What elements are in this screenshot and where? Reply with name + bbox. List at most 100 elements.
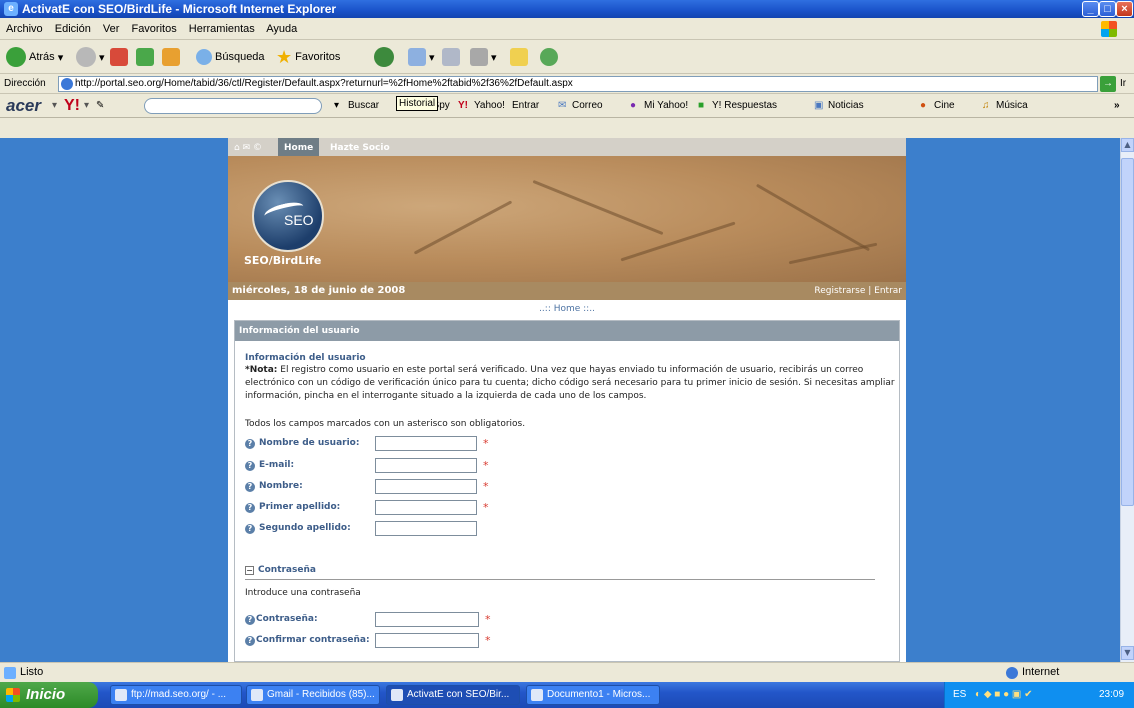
segundo-apellido-label: Segundo apellido: [259,523,351,533]
field-row-password: ? Contraseña: [245,611,318,627]
confirm-password-input[interactable] [375,633,479,648]
nav-hazte-socio[interactable]: Hazte Socio [324,138,396,158]
menu-favoritos[interactable]: Favoritos [131,23,176,35]
password-input[interactable] [375,612,479,627]
edit-button[interactable]: ▾ [470,46,497,68]
help-icon[interactable]: ? [245,461,255,471]
home-icon [162,48,180,66]
entrar-button[interactable]: Entrar [512,94,539,118]
clock[interactable]: 23:09 [1099,682,1124,708]
news-button[interactable]: Noticias [828,94,864,118]
nombre-input[interactable] [375,479,477,494]
segundo-apellido-input[interactable] [375,521,477,536]
field-row-segundo-apellido: ? Segundo apellido: [245,520,351,536]
print-button[interactable] [442,46,460,68]
history-icon [374,47,394,67]
address-input[interactable]: http://portal.seo.org/Home/tabid/36/ctl/… [58,76,1098,92]
cinema-button[interactable]: Cine [934,94,955,118]
scroll-down-icon[interactable]: ▼ [1121,646,1134,660]
maximize-button[interactable]: □ [1099,1,1116,17]
favorites-label: Favoritos [295,51,341,63]
tray-icons[interactable]: ◐ ◆ ■ ● ▣ ✔ [975,682,1033,708]
vertical-scrollbar[interactable]: ▲ ▼ [1120,138,1134,662]
minimize-button[interactable]: _ [1082,1,1099,17]
music-button[interactable]: Música [996,94,1028,118]
back-label: Atrás [29,51,55,63]
yahoo-button[interactable]: Yahoo! [474,94,505,118]
refresh-button[interactable] [136,46,154,68]
page-status-icon [4,667,16,679]
close-button[interactable]: × [1116,1,1133,17]
help-icon[interactable]: ? [245,482,255,492]
search-dropdown-icon[interactable]: ▾ [334,94,339,118]
username-input[interactable] [375,436,477,451]
ie-icon [391,689,403,701]
help-icon[interactable]: ? [245,439,255,449]
my-yahoo-button[interactable]: Mi Yahoo! [644,94,688,118]
forward-button[interactable]: ▾ [76,46,105,68]
email-input[interactable] [375,458,477,473]
breadcrumb[interactable]: ..:: Home ::.. [228,304,906,314]
scroll-thumb[interactable] [1121,158,1134,506]
task-label: ActivatE con SEO/Bir... [407,689,510,700]
note-icon [510,48,528,66]
search-button[interactable]: Búsqueda [196,46,265,68]
chevron-more-icon[interactable]: » [1114,94,1120,118]
history-button[interactable] [374,46,394,68]
help-icon[interactable]: ? [245,615,255,625]
edit-icon [470,48,488,66]
help-icon[interactable]: ? [245,636,255,646]
mail-icon [408,48,426,66]
language-indicator[interactable]: ES [953,682,966,708]
home-mail-copyright-icons[interactable]: ⌂ ✉ © [234,138,262,158]
panel-title: Información del usuario [245,353,366,363]
acer-menu-arrow-icon[interactable]: ▾ [52,94,57,118]
yahoo-search-button[interactable]: Buscar [348,94,379,118]
taskbar-item[interactable]: ftp://mad.seo.org/ - ... [110,685,242,705]
window-title: ActivatE con SEO/BirdLife - Microsoft In… [22,2,337,16]
correo-button[interactable]: Correo [572,94,603,118]
yahoo-menu-arrow-icon[interactable]: ▾ [84,94,89,118]
yahoo-search-input[interactable] [144,98,322,114]
help-icon[interactable]: ? [245,503,255,513]
discuss-button[interactable] [510,46,528,68]
menu-archivo[interactable]: Archivo [6,23,43,35]
login-link[interactable]: Entrar [874,286,902,296]
password-section-toggle[interactable]: − Contraseña [245,565,316,575]
answers-button[interactable]: Y! Respuestas [712,94,777,118]
field-row-primer-apellido: ? Primer apellido: [245,499,340,515]
pencil-icon[interactable]: ✎ [96,94,104,118]
go-button[interactable]: → [1100,76,1116,92]
taskbar-item[interactable]: Documento1 - Micros... [526,685,660,705]
favorites-button[interactable]: ★ Favoritos [276,46,340,68]
seo-logo[interactable]: SEO [252,180,324,252]
primer-apellido-input[interactable] [375,500,477,515]
note-text: El registro como usuario en este portal … [245,365,895,401]
register-link[interactable]: Registrarse [814,286,865,296]
menu-herramientas[interactable]: Herramientas [189,23,255,35]
mail-icon: ✉ [558,100,567,111]
stop-button[interactable] [110,46,128,68]
scroll-up-icon[interactable]: ▲ [1121,138,1134,152]
messenger-button[interactable] [540,46,558,68]
taskbar-item[interactable]: Gmail - Recibidos (85)... [246,685,380,705]
address-bar: Dirección http://portal.seo.org/Home/tab… [0,74,1134,94]
yahoo-logo[interactable]: Y! [64,94,80,118]
collapse-icon[interactable]: − [245,566,254,575]
home-button[interactable] [162,46,180,68]
required-mark: * [483,437,489,450]
nav-home[interactable]: Home [278,138,320,158]
start-button[interactable]: Inicio [0,682,98,708]
menu-ayuda[interactable]: Ayuda [266,23,297,35]
menu-ver[interactable]: Ver [103,23,120,35]
help-icon[interactable]: ? [245,524,255,534]
back-button[interactable]: Atrás ▾ [6,46,63,68]
mail-button[interactable]: ▾ [408,46,435,68]
dropdown-arrow-icon: ▾ [99,51,105,64]
taskbar-item-active[interactable]: ActivatE con SEO/Bir... [386,685,520,705]
go-label[interactable]: Ir [1120,74,1126,94]
menu-edicion[interactable]: Edición [55,23,91,35]
password-section-title: Contraseña [258,565,316,575]
back-arrow-icon [6,47,26,67]
nombre-label: Nombre: [259,481,303,491]
